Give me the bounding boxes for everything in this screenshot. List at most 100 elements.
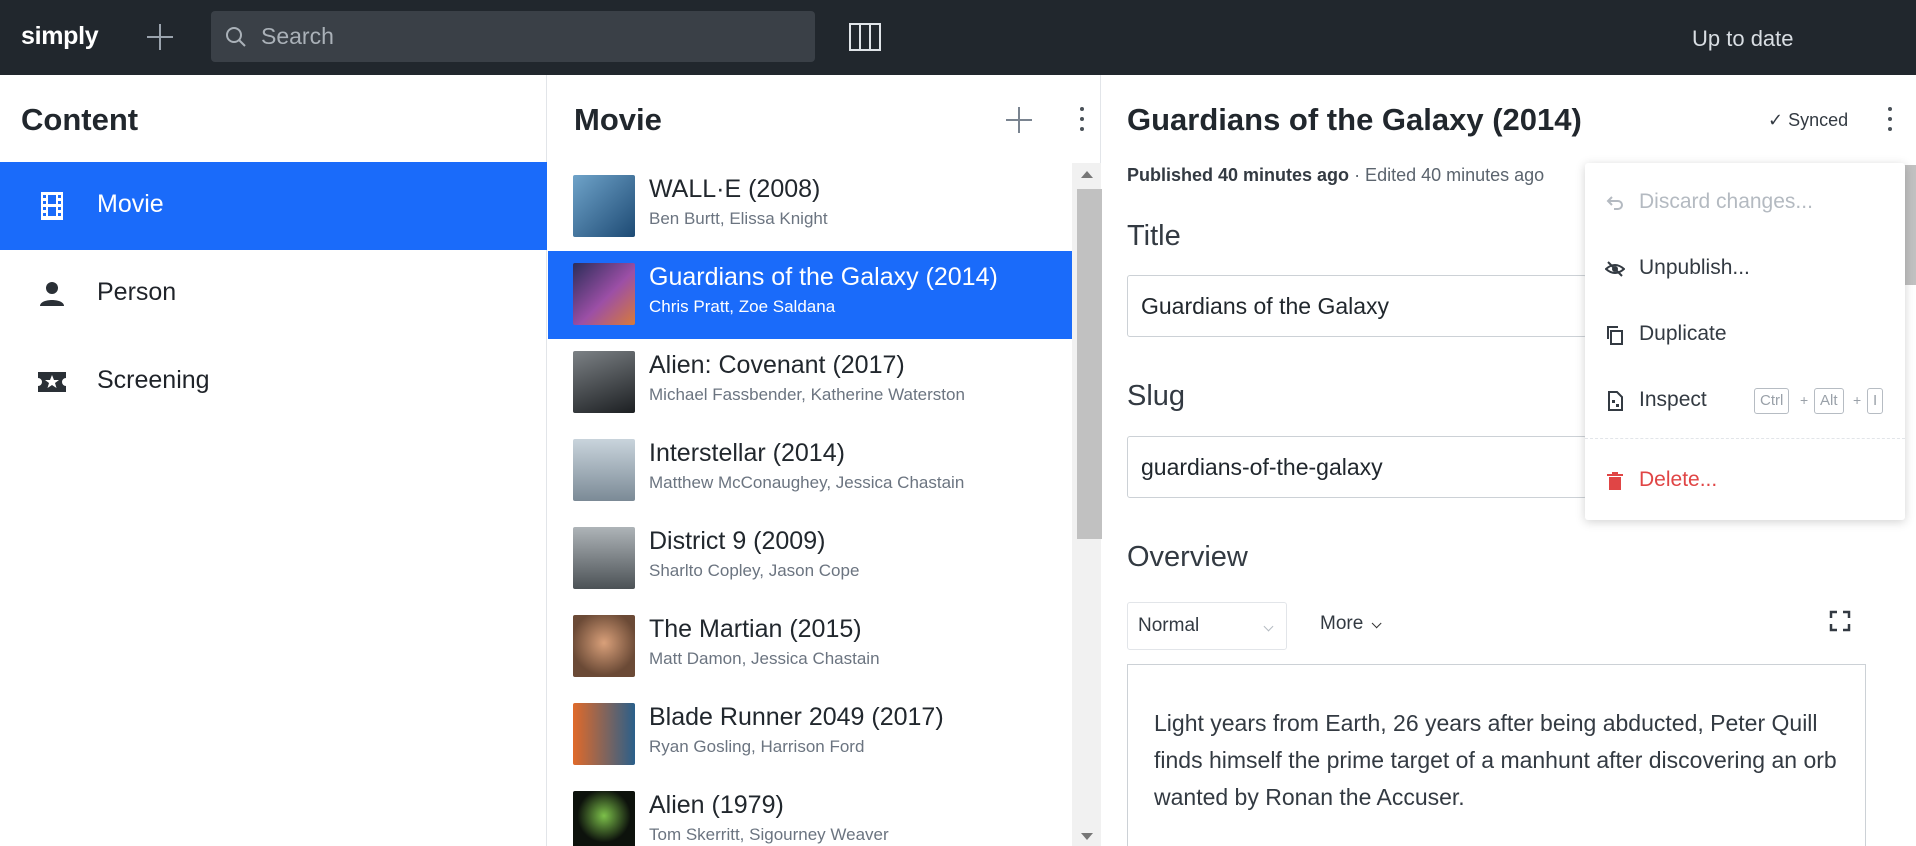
slug-field-label: Slug: [1127, 380, 1186, 412]
poster-thumbnail: [573, 351, 635, 413]
nav-label-movie: Movie: [97, 190, 164, 218]
movie-list-scrollbar[interactable]: [1072, 163, 1102, 846]
list-item-title: Interstellar (2014): [649, 439, 845, 467]
list-item-cast: Matthew McConaughey, Jessica Chastain: [649, 473, 965, 492]
menu-item-label: Inspect: [1639, 388, 1707, 411]
shortcut-key-alt: Alt: [1814, 388, 1844, 414]
poster-thumbnail: [573, 175, 635, 237]
undo-icon: [1606, 196, 1623, 210]
duplicate-menu-item[interactable]: Duplicate: [1585, 305, 1905, 365]
chevron-down-icon: [1263, 621, 1274, 632]
discard-changes-menu-item[interactable]: Discard changes...: [1585, 173, 1905, 233]
list-item-cast: Sharlto Copley, Jason Cope: [649, 561, 860, 580]
document-actions-menu: Discard changes... Unpublish... Duplicat…: [1585, 163, 1905, 520]
scroll-down-arrow-icon[interactable]: [1081, 833, 1093, 840]
list-item[interactable]: Interstellar (2014) Matthew McConaughey,…: [548, 427, 1072, 515]
overview-field-label: Overview: [1127, 541, 1248, 573]
check-icon: ✓: [1768, 110, 1789, 130]
poster-thumbnail: [573, 703, 635, 765]
menu-item-label: Unpublish...: [1639, 256, 1750, 279]
list-item-title: Guardians of the Galaxy (2014): [649, 263, 998, 291]
list-item[interactable]: Alien (1979) Tom Skerritt, Sigourney Wea…: [548, 779, 1072, 846]
search-icon: [226, 27, 246, 47]
list-item-cast: Tom Skerritt, Sigourney Weaver: [649, 825, 889, 844]
block-format-select[interactable]: Normal: [1127, 602, 1287, 650]
list-item[interactable]: District 9 (2009) Sharlto Copley, Jason …: [548, 515, 1072, 603]
nav-item-movie[interactable]: Movie: [0, 162, 547, 250]
menu-item-label: Discard changes...: [1639, 190, 1813, 213]
synced-status: ✓ Synced: [1768, 110, 1848, 131]
synced-label: Synced: [1788, 110, 1849, 130]
overview-editor[interactable]: Light years from Earth, 26 years after b…: [1127, 664, 1866, 846]
add-movie-button[interactable]: [1004, 105, 1034, 135]
menu-item-label: Duplicate: [1639, 322, 1727, 345]
search-input[interactable]: [261, 11, 801, 62]
list-item-title: District 9 (2009): [649, 527, 826, 555]
inspect-icon: [1608, 391, 1623, 411]
app-logo[interactable]: simply: [21, 22, 99, 51]
list-item-title: Alien (1979): [649, 791, 784, 819]
add-document-button[interactable]: [140, 16, 180, 56]
delete-menu-item[interactable]: Delete...: [1585, 451, 1905, 511]
fullscreen-icon[interactable]: [1829, 610, 1851, 632]
search-box[interactable]: [211, 11, 815, 62]
menu-item-label: Delete...: [1639, 468, 1718, 491]
inspect-menu-item[interactable]: Inspect Ctrl + Alt + I: [1585, 371, 1905, 431]
list-item-title: WALL·E (2008): [649, 175, 821, 203]
shortcut-key-i: I: [1867, 388, 1884, 414]
movie-list: WALL·E (2008) Ben Burtt, Elissa Knight G…: [548, 163, 1072, 846]
more-label: More: [1320, 613, 1364, 634]
title-field[interactable]: [1127, 275, 1587, 337]
list-item[interactable]: Guardians of the Galaxy (2014) Chris Pra…: [548, 251, 1072, 339]
edited-label: · Edited 40 minutes ago: [1354, 165, 1545, 185]
movie-pane-title: Movie: [574, 102, 662, 137]
more-toolbar-button[interactable]: More: [1320, 613, 1382, 635]
list-item[interactable]: WALL·E (2008) Ben Burtt, Elissa Knight: [548, 163, 1072, 251]
eye-off-icon: [1605, 261, 1625, 277]
unpublish-menu-item[interactable]: Unpublish...: [1585, 239, 1905, 299]
shortcut-plus: +: [1853, 392, 1862, 408]
list-item-cast: Chris Pratt, Zoe Saldana: [649, 297, 836, 316]
list-item-cast: Ben Burtt, Elissa Knight: [649, 209, 828, 228]
menu-divider: [1585, 438, 1905, 439]
list-item-cast: Michael Fassbender, Katherine Waterston: [649, 385, 965, 404]
document-menu-icon[interactable]: [1880, 105, 1900, 135]
person-icon: [40, 282, 64, 306]
chevron-down-icon: [1371, 618, 1382, 629]
list-item-cast: Ryan Gosling, Harrison Ford: [649, 737, 865, 756]
movie-pane-menu-icon[interactable]: [1072, 105, 1092, 135]
list-item[interactable]: Blade Runner 2049 (2017) Ryan Gosling, H…: [548, 691, 1072, 779]
movie-list-pane: Movie WALL·E (2008) Ben Burtt, Elissa Kn…: [548, 75, 1102, 846]
nav-item-person[interactable]: Person: [0, 250, 547, 338]
film-icon: [41, 192, 63, 220]
content-pane-title: Content: [21, 102, 139, 137]
title-field-label: Title: [1127, 220, 1181, 252]
list-item-title: Alien: Covenant (2017): [649, 351, 905, 379]
nav-item-screening[interactable]: Screening: [0, 338, 547, 426]
poster-thumbnail: [573, 615, 635, 677]
list-item-cast: Matt Damon, Jessica Chastain: [649, 649, 880, 668]
slug-field[interactable]: [1127, 436, 1587, 498]
document-title: Guardians of the Galaxy (2014): [1127, 102, 1582, 137]
scroll-thumb[interactable]: [1077, 189, 1102, 539]
block-format-value: Normal: [1138, 615, 1200, 636]
copy-icon: [1607, 326, 1623, 345]
list-item[interactable]: The Martian (2015) Matt Damon, Jessica C…: [548, 603, 1072, 691]
list-item-title: The Martian (2015): [649, 615, 862, 643]
ticket-icon: [38, 372, 66, 392]
poster-thumbnail: [573, 791, 635, 846]
nav-label-screening: Screening: [97, 366, 210, 394]
sync-status: Up to date: [1692, 26, 1794, 51]
trash-icon: [1607, 472, 1623, 490]
nav-label-person: Person: [97, 278, 177, 306]
poster-thumbnail: [573, 263, 635, 325]
scroll-up-arrow-icon[interactable]: [1081, 171, 1093, 178]
overview-text[interactable]: Light years from Earth, 26 years after b…: [1154, 705, 1844, 816]
shortcut-plus: +: [1800, 392, 1809, 408]
list-item-title: Blade Runner 2049 (2017): [649, 703, 944, 731]
content-pane: Content Movie Person Screening: [0, 75, 547, 846]
poster-thumbnail: [573, 527, 635, 589]
publish-meta: Published 40 minutes ago · Edited 40 min…: [1127, 165, 1544, 186]
list-item[interactable]: Alien: Covenant (2017) Michael Fassbende…: [548, 339, 1072, 427]
columns-toggle-icon[interactable]: [848, 21, 882, 53]
